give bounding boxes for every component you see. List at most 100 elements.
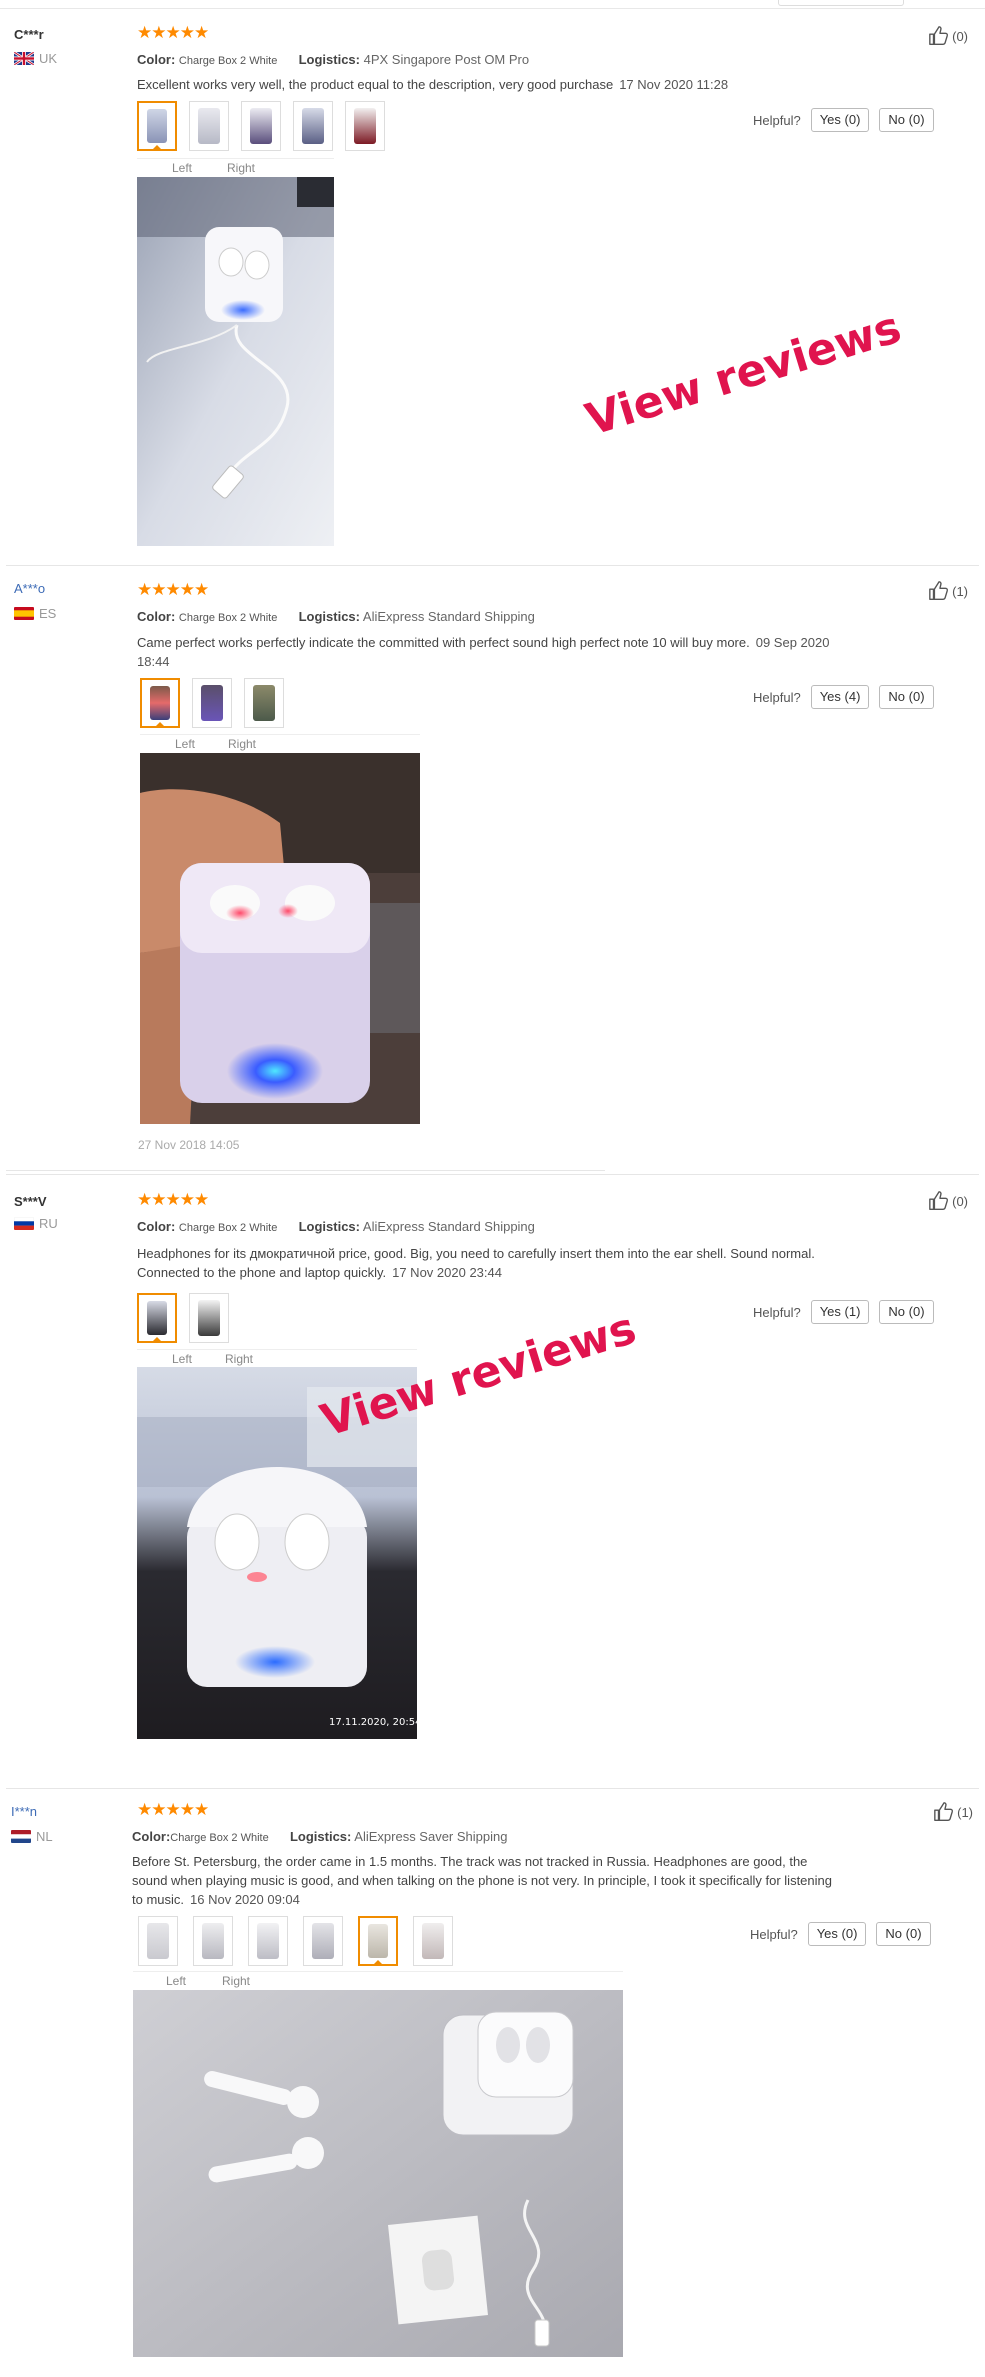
like-count: (0) <box>952 1193 968 1209</box>
review-meta: Color: Charge Box 2 White Logistics: Ali… <box>137 1219 535 1234</box>
earbuds-case-photo <box>137 177 334 546</box>
helpful-no-button[interactable]: No (0) <box>879 108 934 132</box>
reviewer-country: NL <box>11 1829 53 1844</box>
photo-thumbnail[interactable] <box>244 678 284 728</box>
photo-thumbnail[interactable] <box>137 1293 177 1343</box>
watermark-text: View reviews <box>580 301 907 446</box>
like-button[interactable]: (1) <box>933 1801 973 1823</box>
photo-nav-right[interactable]: Right <box>222 1972 250 1990</box>
photo-nav-right[interactable]: Right <box>225 1350 253 1368</box>
review-text: Excellent works very well, the product e… <box>137 75 857 94</box>
helpful-controls: Helpful? Yes (1) No (0) <box>753 1300 934 1324</box>
photo-thumbnail[interactable] <box>189 101 229 151</box>
color-value: Charge Box 2 White <box>170 1832 269 1844</box>
like-count: (1) <box>957 1804 973 1820</box>
thumbs-up-icon <box>929 1191 949 1210</box>
thumbs-up-icon <box>929 26 949 45</box>
photo-thumbnails <box>138 1916 453 1966</box>
photo-nav: Left Right <box>140 734 420 752</box>
ghost-date: 27 Nov 2018 14:05 <box>138 1138 240 1152</box>
rating-stars: ★★★★★ <box>137 1190 209 1209</box>
review-divider <box>6 1170 605 1171</box>
color-label: Color: <box>137 1219 176 1234</box>
photo-thumbnail[interactable] <box>138 1916 178 1966</box>
color-value: Charge Box 2 White <box>178 1222 278 1234</box>
like-button[interactable]: (0) <box>928 1190 968 1212</box>
photo-thumbnail[interactable] <box>192 678 232 728</box>
logistics-value: 4PX Singapore Post OM Pro <box>363 52 530 67</box>
review-item: S***V RU ★★★★★ Color: Charge Box 2 White… <box>0 1176 985 1789</box>
helpful-no-button[interactable]: No (0) <box>879 1300 934 1324</box>
review-item: C***r UK ★★★★★ Color: Charge Box 2 White… <box>0 0 985 566</box>
logistics-value: AliExpress Standard Shipping <box>362 1219 535 1234</box>
photo-timestamp: 17.11.2020, 20:54 <box>329 1717 417 1728</box>
color-label: Color: <box>137 52 176 67</box>
photo-thumbnail[interactable] <box>193 1916 233 1966</box>
photo-thumbnail[interactable] <box>189 1293 229 1343</box>
photo-thumbnail[interactable] <box>137 101 177 151</box>
review-photo <box>133 1990 623 2357</box>
rating-stars: ★★★★★ <box>137 580 209 599</box>
review-item: I***n NL ★★★★★ Color:Charge Box 2 White … <box>0 1789 985 2377</box>
logistics-value: AliExpress Standard Shipping <box>362 609 535 624</box>
helpful-yes-button[interactable]: Yes (0) <box>807 1922 867 1946</box>
photo-thumbnail[interactable] <box>241 101 281 151</box>
photo-nav-left[interactable]: Left <box>172 159 192 177</box>
photo-nav-right[interactable]: Right <box>227 159 255 177</box>
photo-thumbnails <box>140 678 284 728</box>
thumbs-up-icon <box>934 1802 954 1821</box>
photo-thumbnails <box>137 101 385 151</box>
helpful-label: Helpful? <box>753 112 801 128</box>
like-button[interactable]: (0) <box>928 25 968 47</box>
thumbs-up-icon <box>929 581 949 600</box>
country-code: NL <box>36 1829 53 1844</box>
logistics-label: Logistics: <box>298 1219 360 1234</box>
photo-thumbnail[interactable] <box>293 101 333 151</box>
photo-thumbnail[interactable] <box>345 101 385 151</box>
helpful-controls: Helpful? Yes (0) No (0) <box>750 1922 931 1946</box>
uk-flag-icon <box>14 52 34 65</box>
helpful-no-button[interactable]: No (0) <box>876 1922 931 1946</box>
reviewer-country: UK <box>14 51 57 66</box>
review-photo <box>137 177 334 546</box>
photo-nav-right[interactable]: Right <box>228 735 256 753</box>
spain-flag-icon <box>14 607 34 620</box>
review-meta: Color: Charge Box 2 White Logistics: 4PX… <box>137 52 529 67</box>
color-label: Color: <box>132 1829 171 1844</box>
helpful-yes-button[interactable]: Yes (0) <box>810 108 870 132</box>
photo-thumbnail[interactable] <box>248 1916 288 1966</box>
country-code: RU <box>39 1216 58 1231</box>
country-code: ES <box>39 606 57 621</box>
helpful-no-button[interactable]: No (0) <box>879 685 934 709</box>
review-date: 17 Nov 2020 11:28 <box>619 77 729 92</box>
reviewer-country: RU <box>14 1216 58 1231</box>
helpful-yes-button[interactable]: Yes (1) <box>810 1300 870 1324</box>
reviewer-name: C***r <box>14 27 44 42</box>
photo-nav: Left Right <box>137 158 334 176</box>
review-item: A***o ES ★★★★★ Color: Charge Box 2 White… <box>0 566 985 1176</box>
review-date: 17 Nov 2020 23:44 <box>392 1265 502 1280</box>
review-meta: Color:Charge Box 2 White Logistics: AliE… <box>132 1829 507 1844</box>
review-divider <box>6 1174 979 1175</box>
helpful-label: Helpful? <box>753 689 801 705</box>
reviewer-name: A***o <box>14 581 46 596</box>
reviewer-name: S***V <box>14 1194 47 1209</box>
helpful-yes-button[interactable]: Yes (4) <box>810 685 870 709</box>
review-body: Came perfect works perfectly indicate th… <box>137 635 750 650</box>
review-photo <box>140 753 420 1124</box>
photo-nav-left[interactable]: Left <box>166 1972 186 1990</box>
reviewer-name: I***n <box>11 1804 38 1819</box>
photo-nav: Left Right <box>133 1971 623 1989</box>
helpful-label: Helpful? <box>750 1926 798 1942</box>
photo-thumbnail[interactable] <box>140 678 180 728</box>
color-value: Charge Box 2 White <box>178 612 278 624</box>
photo-thumbnail[interactable] <box>358 1916 398 1966</box>
photo-nav-left[interactable]: Left <box>175 735 195 753</box>
photo-nav-left[interactable]: Left <box>172 1350 192 1368</box>
review-date: 16 Nov 2020 09:04 <box>190 1892 300 1907</box>
earbuds-case-photo <box>140 753 420 1124</box>
photo-thumbnail[interactable] <box>413 1916 453 1966</box>
color-label: Color: <box>137 609 176 624</box>
photo-thumbnail[interactable] <box>303 1916 343 1966</box>
like-button[interactable]: (1) <box>928 580 968 602</box>
